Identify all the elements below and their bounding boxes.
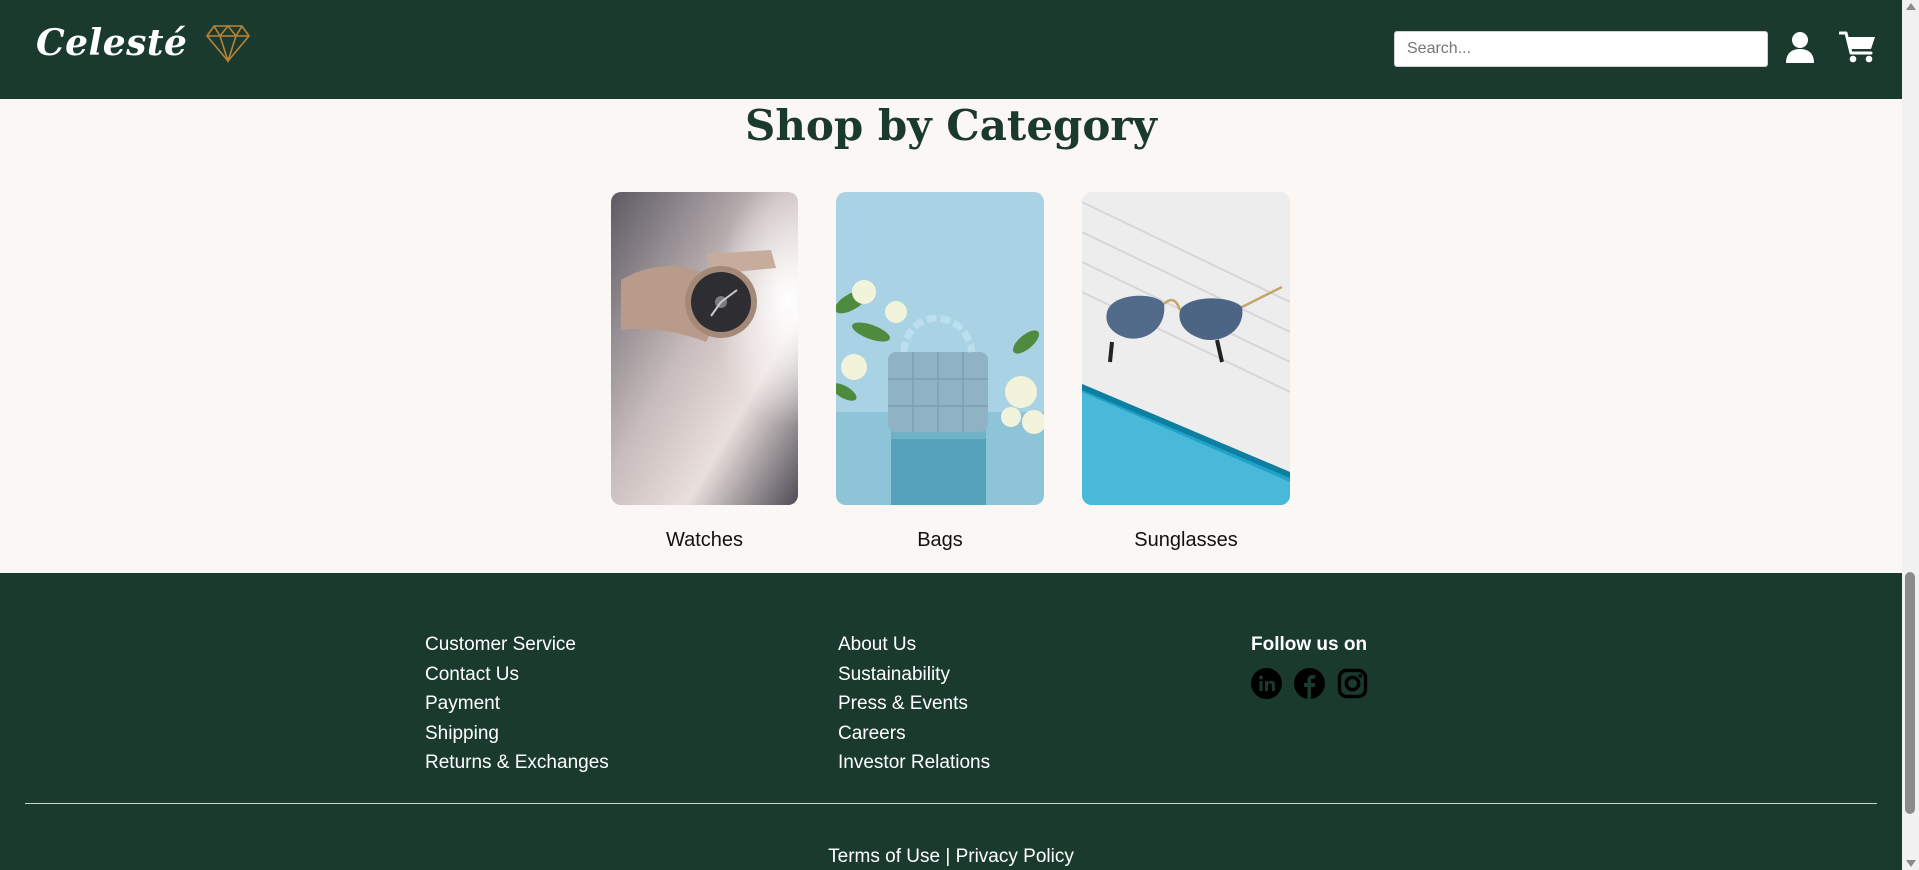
footer-link-about-us[interactable]: About Us [838,630,990,660]
user-icon[interactable] [1785,31,1815,63]
linkedin-icon[interactable] [1251,667,1282,699]
terms-of-use-link[interactable]: Terms of Use [828,846,940,867]
logo[interactable]: Celesté [36,22,251,64]
diamond-icon [206,24,251,63]
footer-link-contact-us[interactable]: Contact Us [425,660,609,690]
legal-separator: | [945,846,951,867]
instagram-icon[interactable] [1337,668,1368,699]
footer-link-press-events[interactable]: Press & Events [838,689,990,719]
search-input[interactable] [1394,31,1768,67]
footer-divider [25,803,1877,804]
category-label-sunglasses[interactable]: Sunglasses [1082,529,1290,552]
footer-link-payment[interactable]: Payment [425,689,609,719]
footer-link-shipping[interactable]: Shipping [425,719,609,749]
footer-col-social: Follow us on [1251,630,1368,699]
category-label-bags[interactable]: Bags [836,529,1044,552]
footer-link-returns[interactable]: Returns & Exchanges [425,748,609,778]
watch-image [611,192,798,505]
category-card-sunglasses[interactable] [1082,192,1290,505]
site-footer: Customer Service Contact Us Payment Ship… [0,573,1902,870]
page-title: Shop by Category [745,101,1157,150]
privacy-policy-link[interactable]: Privacy Policy [956,846,1074,867]
footer-col-support: Customer Service Contact Us Payment Ship… [425,630,609,778]
scroll-down-arrow-icon[interactable] [1906,860,1916,867]
sunglasses-image [1082,192,1290,505]
footer-link-investor-relations[interactable]: Investor Relations [838,748,990,778]
social-icons [1251,667,1368,699]
scrollbar-thumb[interactable] [1905,572,1915,814]
legal-links: Terms of Use | Privacy Policy [0,846,1902,868]
scroll-up-arrow-icon[interactable] [1906,3,1916,10]
category-label-watches[interactable]: Watches [611,529,798,552]
facebook-icon[interactable] [1294,667,1325,699]
follow-title: Follow us on [1251,634,1368,655]
footer-link-sustainability[interactable]: Sustainability [838,660,990,690]
bag-image [836,192,1044,505]
category-card-bags[interactable] [836,192,1044,505]
cart-icon[interactable] [1839,30,1877,64]
page-scrollbar[interactable] [1902,0,1919,870]
footer-col-company: About Us Sustainability Press & Events C… [838,630,990,778]
brand-name: Celesté [36,22,188,64]
site-header: Celesté [0,0,1902,99]
category-card-watches[interactable] [611,192,798,505]
footer-link-careers[interactable]: Careers [838,719,990,749]
footer-link-customer-service[interactable]: Customer Service [425,630,609,660]
